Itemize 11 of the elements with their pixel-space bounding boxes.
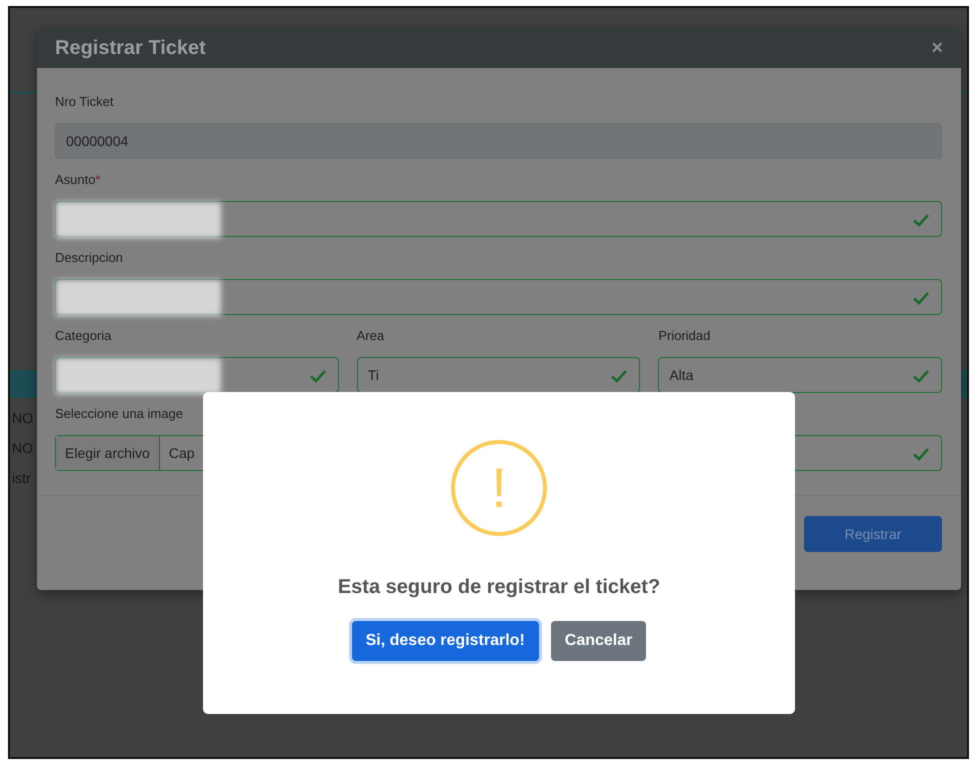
warning-icon: ! xyxy=(451,440,547,536)
field-label: Nro Ticket xyxy=(55,94,114,109)
field-label: Prioridad xyxy=(658,328,710,343)
required-mark: * xyxy=(95,172,101,187)
field-label: Seleccione una image xyxy=(55,406,183,421)
dialog-message: Esta seguro de registrar el ticket? xyxy=(338,576,660,599)
field-label: Area xyxy=(356,328,384,343)
field-label: Descripcion xyxy=(55,250,123,265)
field-label: Asunto xyxy=(55,172,96,187)
field-label: Categoria xyxy=(55,328,112,343)
modal-title: Registrar Ticket xyxy=(55,36,206,60)
